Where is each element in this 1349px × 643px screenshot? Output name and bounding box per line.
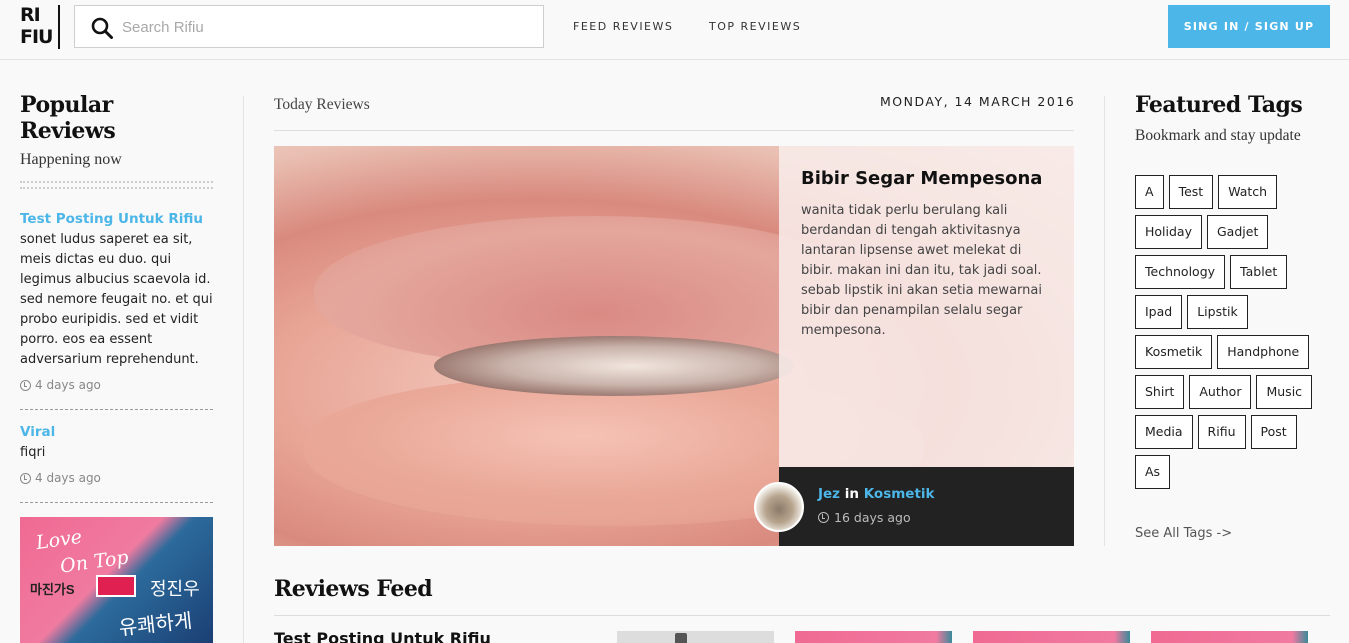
see-all-tags-link[interactable]: See All Tags -> [1135,526,1232,541]
popular-reviews-title: Popular Reviews [20,92,116,144]
nav-top-reviews[interactable]: TOP REVIEWS [709,20,801,33]
featured-tags-section: Featured Tags Bookmark and stay update [1135,92,1335,145]
tag-row: Ipad Lipstik [1135,295,1335,329]
column-divider [243,96,244,643]
list-item: Viral fiqri 4 days ago [20,424,213,485]
author-link[interactable]: Jez [818,486,840,502]
current-date: MONDAY, 14 MARCH 2016 [880,94,1076,109]
clock-icon [20,472,31,484]
tag-chip[interactable]: Kosmetik [1135,335,1213,369]
post-excerpt: sonet ludus saperet ea sit, meis dictas … [20,232,213,367]
dashed-divider [20,409,213,410]
divider [274,615,1330,616]
featured-review-footer [779,467,1074,546]
featured-review-time: 16 days ago [818,510,911,525]
sign-in-button[interactable]: SING IN / SIGN UP [1168,5,1330,48]
tag-chip[interactable]: Test [1168,175,1214,209]
divider [274,130,1074,131]
post-time-text: 4 days ago [35,471,101,485]
featured-review[interactable]: Bibir Segar Mempesona wanita tidak perlu… [274,146,1074,546]
featured-review-panel: Bibir Segar Mempesona wanita tidak perlu… [779,146,1074,467]
list-item: Test Posting Untuk Rifiu sonet ludus sap… [20,211,213,392]
tag-row: Media Rifiu Post [1135,415,1335,449]
album-title-line1: Love [34,525,84,555]
album-text: 정진우 [150,579,200,599]
tag-chip[interactable]: Technology [1135,255,1226,289]
tag-chip[interactable]: Watch [1218,175,1278,209]
featured-tags-title: Featured Tags [1135,92,1303,118]
logo-line1: RI [20,4,41,26]
tag-row: A Test Watch [1135,175,1335,209]
tag-chip[interactable]: Lipstik [1187,295,1248,329]
tag-row: Technology Tablet [1135,255,1335,289]
tag-chip[interactable]: Handphone [1217,335,1310,369]
tag-chip[interactable]: Holiday [1135,215,1202,249]
lip-shape [434,336,794,396]
post-title-link[interactable]: Viral [20,424,213,440]
author-avatar[interactable] [754,482,804,532]
post-excerpt: fiqri [20,445,46,460]
album-cover-image[interactable]: Love On Top 마진가S 정진우 유쾌하게 살자 [20,517,213,643]
column-divider [1104,96,1105,546]
album-text: 마진가S [30,582,75,597]
tag-chip[interactable]: Post [1250,415,1297,449]
category-link[interactable]: Kosmetik [864,486,935,502]
header: RI FIU FEED REVIEWS TOP REVIEWS SING IN … [0,0,1349,60]
tag-chip[interactable]: Tablet [1230,255,1288,289]
popular-reviews-subtitle: Happening now [20,151,122,168]
nav-feed-reviews[interactable]: FEED REVIEWS [573,20,673,33]
tag-chip[interactable]: Shirt [1135,375,1185,409]
featured-review-text: wanita tidak perlu berulang kali berdand… [801,203,1042,338]
tag-chip[interactable]: As [1135,455,1171,489]
device-shape [675,633,687,643]
post-time-text: 4 days ago [35,378,101,392]
popular-reviews-section: Popular Reviews Happening now Test Posti… [20,92,213,503]
tag-chip[interactable]: Music [1256,375,1313,409]
clock-icon [818,512,829,523]
tag-chip[interactable]: Ipad [1135,295,1183,329]
in-word: in [844,486,859,502]
feed-thumbnail[interactable] [973,631,1130,643]
post-title-link[interactable]: Test Posting Untuk Rifiu [20,211,213,227]
search-icon[interactable] [91,17,113,39]
tag-row: As [1135,455,1335,489]
logo[interactable]: RI FIU [20,5,60,49]
tag-cloud: A Test Watch Holiday Gadjet Technology Tablet I… [1135,175,1335,495]
featured-time-text: 16 days ago [834,510,911,525]
feed-thumbnail[interactable] [795,631,952,643]
logo-line2: FIU [20,26,53,48]
album-title-line2: On Top [58,546,130,578]
post-time: 4 days ago [20,471,213,485]
search-box [74,5,544,48]
tag-chip[interactable]: Rifiu [1197,415,1246,449]
tag-chip[interactable]: Media [1135,415,1193,449]
dotted-divider [20,181,213,189]
featured-review-title[interactable]: Bibir Segar Mempesona [801,168,1052,189]
tag-chip[interactable]: A [1135,175,1164,209]
feed-thumbnail[interactable] [617,631,774,643]
featured-tags-subtitle: Bookmark and stay update [1135,127,1301,144]
album-badge [96,575,136,597]
album-text: 유쾌하게 살자 [117,610,194,643]
tag-chip[interactable]: Author [1189,375,1252,409]
clock-icon [20,379,31,391]
tag-row: Holiday Gadjet [1135,215,1335,249]
feed-thumbnail[interactable] [1151,631,1308,643]
tag-row: Shirt Author Music [1135,375,1335,409]
dashed-divider [20,502,213,503]
tag-row: Kosmetik Handphone [1135,335,1335,369]
feed-post-title[interactable]: Test Posting Untuk Rifiu [274,629,491,643]
tag-chip[interactable]: Gadjet [1207,215,1269,249]
today-reviews-label: Today Reviews [274,96,370,113]
reviews-feed-title: Reviews Feed [274,576,433,602]
search-input[interactable] [122,14,522,40]
author-line: Jez in Kosmetik [818,486,935,502]
post-time: 4 days ago [20,378,213,392]
